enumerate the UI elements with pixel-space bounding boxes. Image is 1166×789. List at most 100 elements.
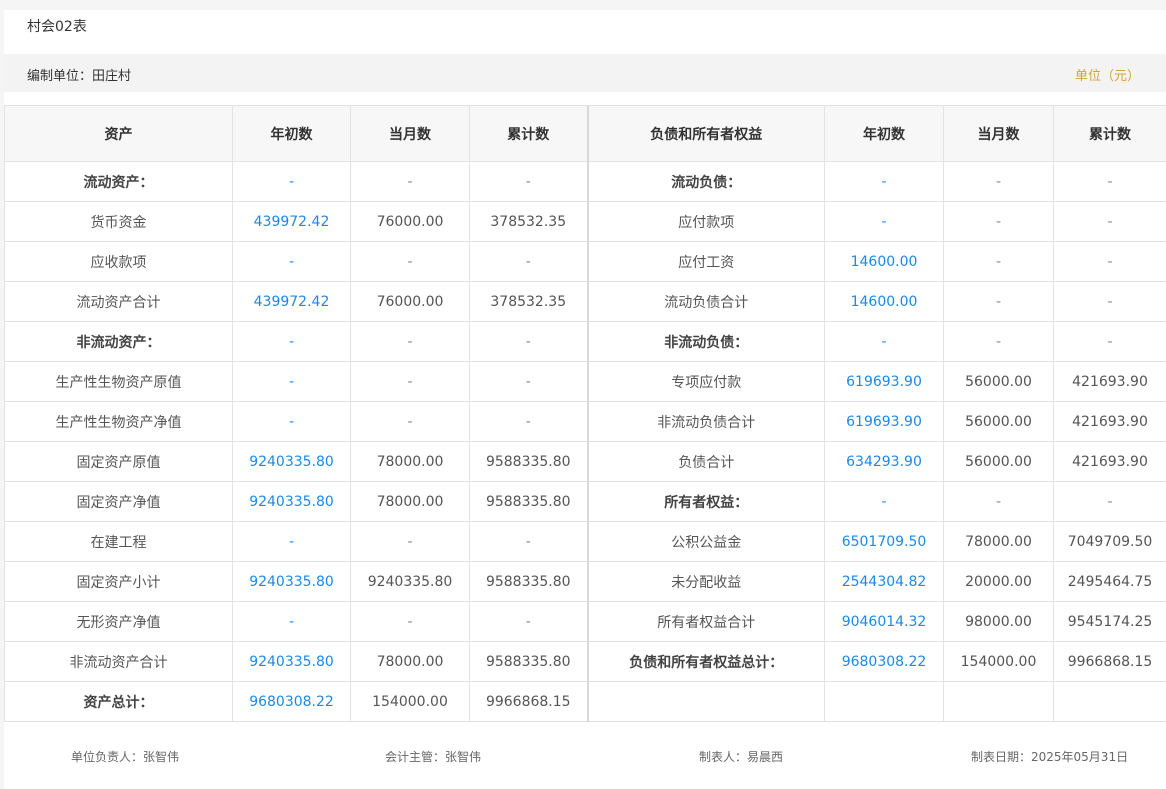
liability-beginning-value[interactable]: 6501709.50 xyxy=(824,521,944,562)
liability-month-value: 56000.00 xyxy=(943,361,1054,402)
asset-month-value: - xyxy=(350,521,470,562)
asset-cumulative-value: 9588335.80 xyxy=(469,641,588,682)
liability-month-value: - xyxy=(943,321,1054,362)
liability-name: 所有者权益合计 xyxy=(586,601,825,642)
table-body: 流动资产： - - - 流动负债： - - - 货币资金 439972.42 76000.00 378… xyxy=(4,161,1166,722)
column-header: 当月数 xyxy=(350,105,470,162)
compiling-unit: 编制单位：田庄村 xyxy=(27,69,132,84)
table-row: 流动资产： - - - 流动负债： - - - xyxy=(4,161,1166,202)
report-footer: 单位负责人：张智伟 会计主管：张智伟 制表人：易晨西 制表日期：2025年05月… xyxy=(4,737,1166,777)
liability-cumulative-value: - xyxy=(1053,281,1166,322)
liability-month-value: 154000.00 xyxy=(943,641,1054,682)
asset-beginning-value[interactable]: 9680308.22 xyxy=(232,681,351,722)
asset-beginning-value[interactable]: 9240335.80 xyxy=(232,561,351,602)
liability-month-value: 20000.00 xyxy=(943,561,1054,602)
asset-cumulative-value: 9588335.80 xyxy=(469,441,588,482)
asset-cumulative-value: - xyxy=(469,601,588,642)
asset-beginning-value[interactable]: 9240335.80 xyxy=(232,641,351,682)
liability-beginning-value[interactable]: 9046014.32 xyxy=(824,601,944,642)
asset-name: 无形资产净值 xyxy=(4,601,233,642)
liability-beginning-value[interactable]: - xyxy=(824,321,944,362)
asset-month-value: 76000.00 xyxy=(350,201,470,242)
liability-name: 应付工资 xyxy=(586,241,825,282)
liability-beginning-value[interactable]: 619693.90 xyxy=(824,401,944,442)
asset-beginning-value[interactable]: 9240335.80 xyxy=(232,481,351,522)
report-content: 资产 年初数 当月数 累计数 负债和所有者权益 年初数 当月数 累计数 流动资产： - - - 流动负… xyxy=(4,92,1166,789)
table-row: 资产总计： 9680308.22 154000.00 9966868.15 xyxy=(4,681,1166,722)
asset-month-value: - xyxy=(350,161,470,202)
liability-beginning-value[interactable]: - xyxy=(824,481,944,522)
column-header: 年初数 xyxy=(232,105,351,162)
asset-name: 资产总计： xyxy=(4,681,233,722)
column-header: 累计数 xyxy=(1053,105,1166,162)
asset-cumulative-value: 378532.35 xyxy=(469,281,588,322)
asset-month-value: 78000.00 xyxy=(350,441,470,482)
liability-cumulative-value: - xyxy=(1053,201,1166,242)
liability-cumulative-value: 421693.90 xyxy=(1053,401,1166,442)
table-row: 固定资产净值 9240335.80 78000.00 9588335.80 所有者权益：… xyxy=(4,481,1166,522)
liability-name: 所有者权益： xyxy=(586,481,825,522)
asset-cumulative-value: - xyxy=(469,241,588,282)
liability-name: 应付款项 xyxy=(586,201,825,242)
liability-cumulative-value: - xyxy=(1053,241,1166,282)
liability-month-value: - xyxy=(943,241,1054,282)
asset-beginning-value[interactable]: 439972.42 xyxy=(232,201,351,242)
column-header: 累计数 xyxy=(469,105,588,162)
liability-month-value: 56000.00 xyxy=(943,441,1054,482)
liability-beginning-value[interactable]: 619693.90 xyxy=(824,361,944,402)
asset-cumulative-value: 378532.35 xyxy=(469,201,588,242)
table-row: 生产性生物资产原值 - - - 专项应付款 619693.90 56000.00 421693… xyxy=(4,361,1166,402)
asset-cumulative-value: - xyxy=(469,321,588,362)
asset-month-value: 76000.00 xyxy=(350,281,470,322)
table-row: 无形资产净值 - - - 所有者权益合计 9046014.32 98000.00 954517… xyxy=(4,601,1166,642)
table-row: 货币资金 439972.42 76000.00 378532.35 应付款项 - - - xyxy=(4,201,1166,242)
asset-beginning-value[interactable]: - xyxy=(232,601,351,642)
asset-beginning-value[interactable]: - xyxy=(232,521,351,562)
liability-beginning-value[interactable]: 14600.00 xyxy=(824,241,944,282)
liability-beginning-value xyxy=(824,681,944,722)
liability-month-value: - xyxy=(943,481,1054,522)
asset-name: 固定资产净值 xyxy=(4,481,233,522)
liability-name: 非流动负债合计 xyxy=(586,401,825,442)
liability-month-value: - xyxy=(943,281,1054,322)
table-row: 流动资产合计 439972.42 76000.00 378532.35 流动负债合计 14… xyxy=(4,281,1166,322)
asset-beginning-value[interactable]: - xyxy=(232,161,351,202)
asset-beginning-value[interactable]: - xyxy=(232,361,351,402)
asset-month-value: 154000.00 xyxy=(350,681,470,722)
asset-cumulative-value: 9588335.80 xyxy=(469,561,588,602)
asset-month-value: 78000.00 xyxy=(350,481,470,522)
table-row: 在建工程 - - - 公积公益金 6501709.50 78000.00 7049709.50 xyxy=(4,521,1166,562)
liability-beginning-value[interactable]: 14600.00 xyxy=(824,281,944,322)
asset-beginning-value[interactable]: - xyxy=(232,241,351,282)
asset-beginning-value[interactable]: - xyxy=(232,401,351,442)
liability-beginning-value[interactable]: - xyxy=(824,161,944,202)
accounting-supervisor: 会计主管：张智伟 xyxy=(385,750,482,764)
liability-beginning-value[interactable]: - xyxy=(824,201,944,242)
asset-name: 流动资产： xyxy=(4,161,233,202)
asset-cumulative-value: 9588335.80 xyxy=(469,481,588,522)
asset-cumulative-value: - xyxy=(469,361,588,402)
report-info-bar: 编制单位：田庄村 单位（元） xyxy=(4,54,1166,92)
asset-name: 非流动资产： xyxy=(4,321,233,362)
asset-beginning-value[interactable]: 9240335.80 xyxy=(232,441,351,482)
asset-cumulative-value: - xyxy=(469,161,588,202)
liability-name xyxy=(586,681,825,722)
liability-beginning-value[interactable]: 634293.90 xyxy=(824,441,944,482)
asset-beginning-value[interactable]: 439972.42 xyxy=(232,281,351,322)
unit-head: 单位负责人：张智伟 xyxy=(71,750,180,764)
liability-cumulative-value: 421693.90 xyxy=(1053,361,1166,402)
liability-beginning-value[interactable]: 2544304.82 xyxy=(824,561,944,602)
asset-name: 在建工程 xyxy=(4,521,233,562)
liability-name: 负债和所有者权益总计： xyxy=(586,641,825,682)
liability-name: 专项应付款 xyxy=(586,361,825,402)
liability-beginning-value[interactable]: 9680308.22 xyxy=(824,641,944,682)
column-header: 资产 xyxy=(4,105,233,162)
asset-month-value: - xyxy=(350,321,470,362)
asset-month-value: - xyxy=(350,601,470,642)
liability-name: 非流动负债： xyxy=(586,321,825,362)
asset-beginning-value[interactable]: - xyxy=(232,321,351,362)
asset-name: 流动资产合计 xyxy=(4,281,233,322)
column-header: 当月数 xyxy=(943,105,1054,162)
liability-cumulative-value: 7049709.50 xyxy=(1053,521,1166,562)
asset-name: 固定资产原值 xyxy=(4,441,233,482)
